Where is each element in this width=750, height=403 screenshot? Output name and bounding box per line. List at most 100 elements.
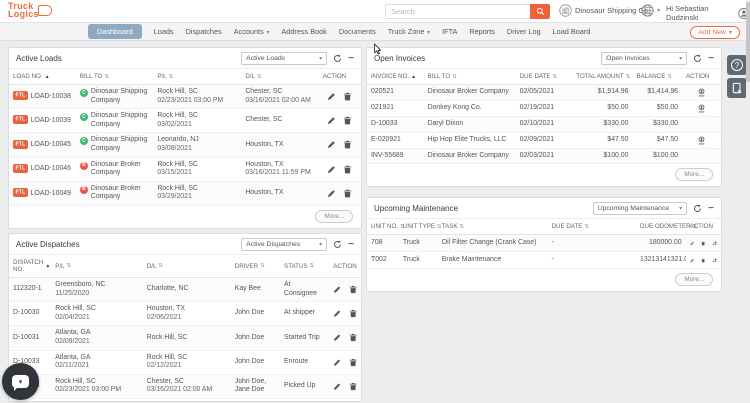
col-unit-type[interactable]: UNIT TYPE⇅ — [399, 219, 438, 234]
search-button[interactable] — [530, 4, 550, 19]
tab-accounts[interactable]: Accounts ▾ — [234, 27, 270, 36]
pickup-date: 02/23/2021 03:00 PM — [55, 386, 139, 395]
edit-icon[interactable] — [690, 239, 694, 248]
delete-icon[interactable] — [349, 285, 357, 294]
edit-icon[interactable] — [327, 92, 336, 101]
col-due-odometer[interactable]: DUE ODOMETER⇅ — [636, 219, 686, 234]
record-payment-icon[interactable] — [697, 136, 706, 145]
delete-icon[interactable] — [349, 358, 357, 367]
delete-icon[interactable] — [701, 256, 705, 265]
tab-ifta[interactable]: IFTA — [442, 27, 457, 36]
search-input[interactable] — [385, 4, 530, 19]
company-selector[interactable]: Dinosaur Shipping Co. — [559, 4, 650, 17]
settings-menu[interactable]: ▾ — [641, 4, 660, 17]
edit-icon[interactable] — [690, 256, 694, 265]
delete-icon[interactable] — [701, 239, 705, 248]
globe-icon — [641, 4, 654, 17]
col-dl[interactable]: D/L⇅ — [143, 259, 231, 274]
refresh-icon[interactable] — [693, 54, 702, 63]
col-dl[interactable]: D/L⇅ — [241, 69, 318, 84]
table-row: 021921 Donkey Kong Co. 02/19/2021 $50.00… — [367, 101, 721, 117]
collapse-icon[interactable]: − — [348, 242, 354, 248]
complete-maintenance-wrench-icon[interactable] — [712, 255, 717, 265]
delete-icon[interactable] — [343, 140, 352, 149]
delete-icon[interactable] — [343, 189, 352, 198]
refresh-icon[interactable] — [333, 240, 342, 249]
col-due-date[interactable]: DUE DATE⇅ — [548, 219, 637, 234]
edit-icon[interactable] — [333, 333, 341, 342]
active-loads-filter-select[interactable]: Active Loads▾ — [241, 52, 327, 65]
refresh-icon[interactable] — [693, 204, 702, 213]
tab-documents[interactable]: Documents — [339, 27, 376, 36]
delete-icon[interactable] — [343, 92, 352, 101]
tab-loads[interactable]: Loads — [154, 27, 174, 36]
scrollbar-track[interactable] — [746, 0, 750, 403]
scrollbar-thumb[interactable] — [746, 2, 750, 82]
more-button[interactable]: More... — [315, 210, 353, 223]
delete-icon[interactable] — [343, 165, 352, 174]
complete-maintenance-wrench-icon[interactable] — [712, 238, 717, 248]
bill-to: Dinosaur Broker Company — [91, 185, 149, 202]
record-payment-icon[interactable] — [697, 104, 706, 113]
edit-icon[interactable] — [327, 165, 336, 174]
tab-dispatches[interactable]: Dispatches — [186, 27, 222, 36]
delete-icon[interactable] — [349, 309, 357, 318]
add-new-label: Add New — [698, 29, 726, 36]
user-menu[interactable]: Hi Sebastian Dudzinski — [666, 4, 750, 22]
col-dispatch-no[interactable]: DISPATCH NO.▲ — [9, 255, 51, 277]
tab-dashboard[interactable]: Dashboard — [88, 24, 142, 39]
col-balance[interactable]: BALANCE⇅ — [632, 69, 682, 84]
delete-icon[interactable] — [349, 382, 357, 391]
refresh-icon[interactable] — [333, 54, 342, 63]
help-button[interactable]: ? — [727, 55, 747, 75]
due-date: - — [548, 236, 637, 251]
tab-reports[interactable]: Reports — [469, 27, 495, 36]
edit-icon[interactable] — [333, 309, 341, 318]
balance: $47.50 — [632, 133, 682, 148]
edit-icon[interactable] — [333, 382, 341, 391]
trucklogics-logo[interactable]: Truck Logics — [8, 2, 39, 18]
add-new-button[interactable]: Add New ▾ — [690, 26, 740, 39]
col-load-no[interactable]: LOAD NO.▲ — [9, 69, 76, 84]
record-payment-icon[interactable] — [697, 88, 706, 97]
col-pl[interactable]: P/L⇅ — [51, 259, 143, 274]
sort-icon: ⇅ — [460, 224, 465, 230]
table-row: D-10033 Daryl Dixon 02/10/2021 $330.00 $… — [367, 117, 721, 133]
tab-driver-log[interactable]: Driver Log — [507, 27, 541, 36]
collapse-icon[interactable]: − — [708, 56, 714, 62]
dispatches-filter-select[interactable]: Active Dispatches▾ — [241, 238, 327, 251]
chat-widget-button[interactable]: ▾ — [2, 363, 39, 400]
edit-icon[interactable] — [327, 140, 336, 149]
bill-to: Dinosaur Shipping Company — [91, 136, 149, 153]
open-invoices-panel: Open Invoices Open Invoices▾ − INVOICE N… — [366, 47, 722, 187]
collapse-icon[interactable]: − — [348, 56, 354, 62]
tab-address-book[interactable]: Address Book — [281, 27, 326, 36]
col-unit-no[interactable]: UNIT NO.⇅ — [367, 219, 399, 234]
more-button[interactable]: More... — [675, 168, 713, 181]
edit-icon[interactable] — [327, 116, 336, 125]
sort-icon: ⇅ — [552, 74, 557, 80]
col-total-amount[interactable]: TOTAL AMOUNT⇅ — [572, 69, 632, 84]
collapse-icon[interactable]: − — [708, 206, 714, 212]
col-driver[interactable]: DRIVER⇅ — [231, 259, 280, 274]
feedback-button[interactable] — [727, 78, 747, 98]
delete-icon[interactable] — [349, 333, 357, 342]
col-bill-to[interactable]: BILL TO⇅ — [424, 69, 516, 84]
edit-icon[interactable] — [327, 189, 336, 198]
open-invoices-filter-select[interactable]: Open Invoices▾ — [601, 52, 687, 65]
col-status[interactable]: STATUS⇅ — [280, 259, 329, 274]
tab-load-board[interactable]: Load Board — [553, 27, 591, 36]
col-task[interactable]: TASK⇅ — [438, 219, 548, 234]
more-button[interactable]: More... — [675, 273, 713, 286]
col-due-date[interactable]: DUE DATE⇅ — [516, 69, 573, 84]
col-invoice-no[interactable]: INVOICE NO.▲ — [367, 69, 424, 84]
col-bill-to[interactable]: BILL TO⇅ — [76, 69, 153, 84]
edit-icon[interactable] — [333, 358, 341, 367]
invoice-number: INV-55689 — [367, 149, 424, 164]
tab-truck-zone[interactable]: Truck Zone ▾ — [388, 27, 430, 36]
company-name: Dinosaur Shipping Co. — [575, 6, 650, 15]
col-pl[interactable]: P/L⇅ — [153, 69, 241, 84]
maintenance-filter-select[interactable]: Upcoming Maintenance▾ — [593, 202, 687, 215]
edit-icon[interactable] — [333, 285, 341, 294]
delete-icon[interactable] — [343, 116, 352, 125]
